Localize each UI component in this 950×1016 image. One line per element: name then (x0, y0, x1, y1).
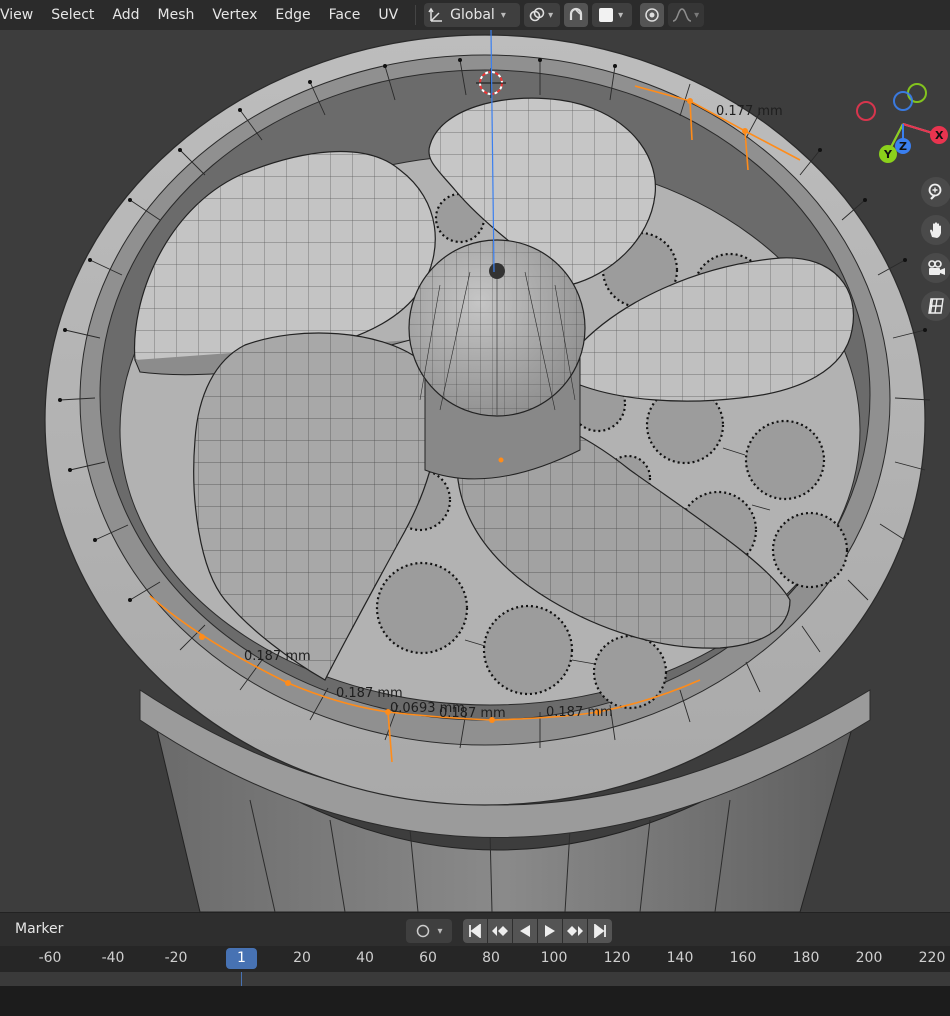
proportional-edit-icon (645, 8, 659, 22)
frame-tick: -60 (38, 950, 62, 966)
measurement-label: 0.187 mm (439, 706, 506, 721)
playhead-line (241, 972, 242, 986)
measurement-label: 0.177 mm (716, 104, 783, 119)
play-reverse-button[interactable] (513, 919, 537, 943)
axis-y-label: Y (883, 148, 893, 161)
mesh-render: 0.177 mm 0.187 mm 0.187 mm 0.0693 mm 0.1… (44, 30, 948, 912)
timeline-track[interactable] (0, 972, 950, 986)
magnet-snap-icon (570, 7, 583, 20)
jump-start-icon (469, 924, 481, 938)
square-snap-icon (599, 8, 614, 22)
frame-tick: 140 (666, 950, 694, 966)
chevron-down-icon: ▾ (618, 9, 624, 21)
transform-orientation-value: Global (450, 7, 495, 23)
frame-tick: 80 (482, 950, 500, 966)
menu-edge[interactable]: Edge (275, 7, 319, 23)
frame-tick: 200 (855, 950, 883, 966)
orientation-axes-icon (428, 7, 443, 22)
header-divider (415, 5, 417, 25)
next-keyframe-button[interactable] (563, 919, 587, 943)
frame-tick: -20 (164, 950, 188, 966)
timeline-header: Marker ▾ (0, 912, 950, 947)
prev-keyframe-icon (492, 926, 508, 936)
jump-end-button[interactable] (588, 919, 612, 943)
frame-tick: 60 (419, 950, 437, 966)
frame-tick: 100 (540, 950, 568, 966)
camera-icon[interactable] (921, 253, 950, 283)
chevron-down-icon: ▾ (548, 9, 554, 21)
menu-view[interactable]: View (0, 7, 42, 23)
frame-tick: 20 (293, 950, 311, 966)
grid-ortho-icon[interactable] (921, 291, 950, 321)
frame-ruler[interactable]: -60 -40 -20 20 40 60 80 100 120 140 160 … (0, 946, 950, 972)
frame-tick: 120 (603, 950, 631, 966)
transform-orientation-dropdown[interactable]: Global ▾ (424, 3, 521, 27)
play-button[interactable] (538, 919, 562, 943)
record-circle-icon (417, 924, 430, 938)
menu-mesh[interactable]: Mesh (158, 7, 204, 23)
jump-start-button[interactable] (463, 919, 487, 943)
chevron-down-icon: ▾ (500, 9, 506, 21)
play-icon (545, 925, 555, 937)
axis-x-label: X (935, 129, 944, 142)
menu-face[interactable]: Face (329, 7, 370, 23)
frame-tick: -40 (101, 950, 125, 966)
falloff-dropdown[interactable]: ▾ (668, 3, 705, 27)
snap-toggle[interactable] (564, 3, 589, 27)
viewport-header: View Select Add Mesh Vertex Edge Face UV… (0, 0, 950, 30)
menu-select[interactable]: Select (51, 7, 103, 23)
auto-keying-toggle[interactable]: ▾ (406, 919, 452, 943)
measurement-label: 0.187 mm (336, 686, 403, 701)
menu-uv[interactable]: UV (378, 7, 407, 23)
link-pivot-icon (529, 7, 545, 22)
prev-keyframe-button[interactable] (488, 919, 512, 943)
chevron-down-icon: ▾ (694, 9, 700, 21)
menu-marker[interactable]: Marker (15, 921, 63, 937)
axis-z-label: Z (899, 140, 907, 153)
frame-tick: 180 (792, 950, 820, 966)
next-keyframe-icon (567, 926, 583, 936)
play-reverse-icon (520, 925, 530, 937)
menu-vertex[interactable]: Vertex (212, 7, 266, 23)
hand-pan-icon[interactable] (921, 215, 950, 245)
chevron-down-icon: ▾ (437, 925, 443, 937)
frame-tick: 160 (729, 950, 757, 966)
snap-target-dropdown[interactable]: ▾ (592, 3, 633, 27)
pivot-point-dropdown[interactable]: ▾ (524, 3, 561, 27)
jump-end-icon (594, 924, 606, 938)
zoom-icon[interactable] (921, 177, 950, 207)
current-frame-indicator[interactable]: 1 (226, 948, 257, 969)
frame-tick: 40 (356, 950, 374, 966)
measurement-label: 0.187 mm (244, 649, 311, 664)
navigation-gizmo: X Y Z (856, 83, 948, 163)
proportional-editing-toggle[interactable] (640, 3, 665, 27)
falloff-curve-icon (672, 8, 692, 22)
timeline-body (0, 986, 950, 1016)
frame-tick: 220 (918, 950, 946, 966)
menu-add[interactable]: Add (112, 7, 148, 23)
measurement-label: 0.187 mm (546, 705, 613, 720)
3d-viewport[interactable]: 0.177 mm 0.187 mm 0.187 mm 0.0693 mm 0.1… (0, 30, 950, 912)
